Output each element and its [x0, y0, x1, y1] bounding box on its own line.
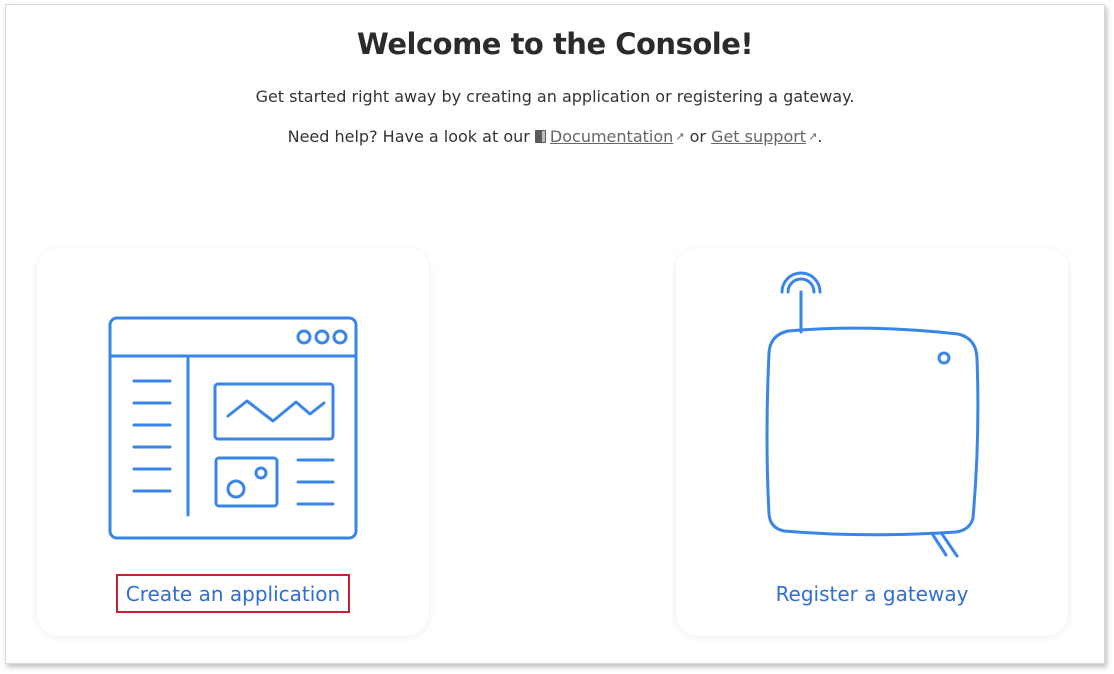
application-dashboard-icon — [108, 316, 358, 540]
help-line: Need help? Have a look at our Documentat… — [6, 127, 1104, 146]
documentation-link[interactable]: Documentation — [550, 127, 673, 146]
or-text: or — [689, 127, 706, 146]
book-icon — [534, 130, 546, 143]
create-application-label-wrap: Create an application — [37, 574, 429, 613]
period: . — [817, 127, 823, 146]
help-prefix: Need help? Have a look at our — [287, 127, 530, 146]
create-application-button[interactable]: Create an application — [115, 574, 351, 613]
external-link-icon: ↗ — [675, 130, 685, 143]
register-gateway-card[interactable]: Register a gateway — [676, 248, 1068, 636]
page-title: Welcome to the Console! — [356, 27, 754, 61]
register-gateway-button[interactable]: Register a gateway — [676, 582, 1068, 606]
external-link-icon: ↗ — [808, 130, 818, 143]
gateway-device-icon — [765, 271, 980, 558]
create-application-card[interactable]: Create an application — [37, 248, 429, 636]
page-subtitle: Get started right away by creating an ap… — [255, 87, 855, 106]
console-welcome-window: Welcome to the Console! Get started righ… — [5, 4, 1105, 664]
get-support-link[interactable]: Get support — [711, 127, 806, 146]
